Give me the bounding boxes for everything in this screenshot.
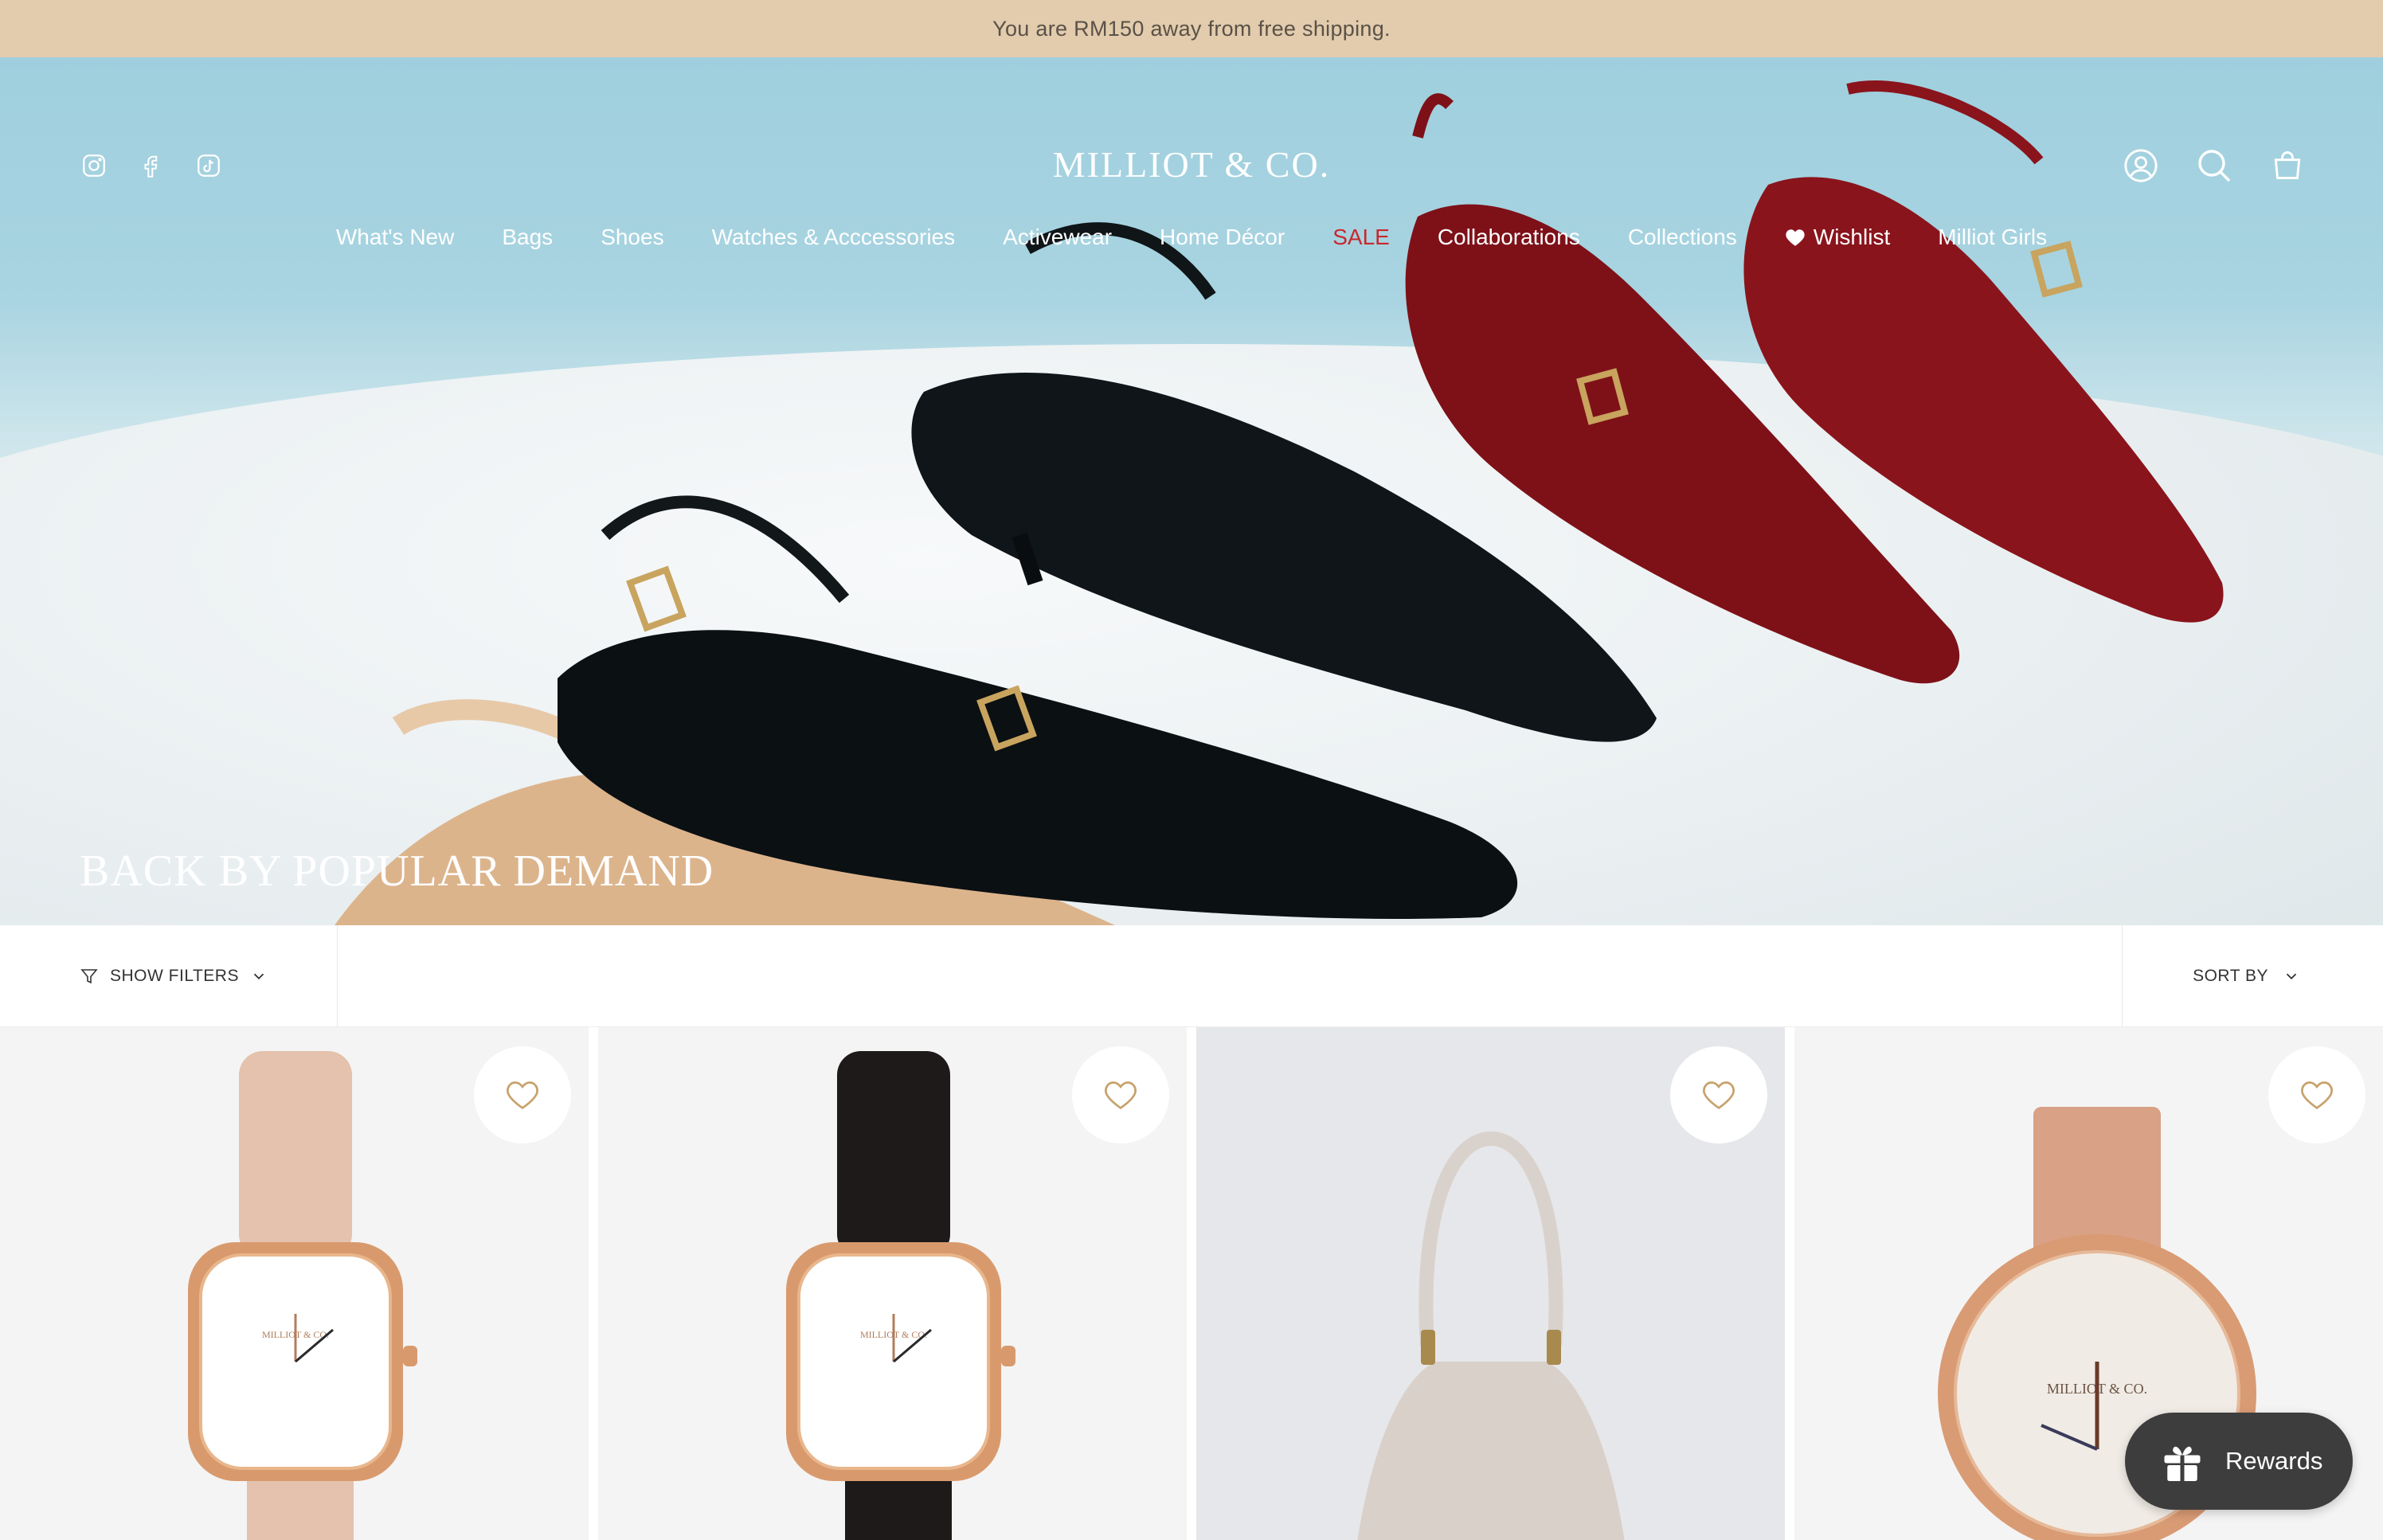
cart-icon[interactable] [2268,147,2307,185]
heart-icon [1786,229,1805,246]
site-logo[interactable]: MILLIOT & CO. [0,143,2383,186]
product-grid: MILLIOT & CO. MILLIOT & CO. MILLIOT & CO… [0,1027,2383,1540]
nav-item-wishlist[interactable]: Wishlist [1785,225,1890,250]
wishlist-label: Wishlist [1813,225,1891,249]
wishlist-button[interactable] [2268,1046,2365,1143]
nav-item-home-decor[interactable]: Home Décor [1160,225,1285,250]
account-icon[interactable] [2122,147,2160,185]
heart-outline-icon [2301,1081,2333,1109]
hero-shoes-image [335,80,2224,925]
rewards-button[interactable]: Rewards [2125,1413,2353,1510]
nav-item-activewear[interactable]: Activewear [1003,225,1112,250]
heart-outline-icon [1703,1081,1735,1109]
show-filters-button[interactable]: SHOW FILTERS [0,925,338,1027]
heart-outline-icon [1105,1081,1137,1109]
show-filters-label: SHOW FILTERS [110,967,239,985]
wishlist-button[interactable] [474,1046,571,1143]
search-icon[interactable] [2195,147,2233,185]
wishlist-button[interactable] [1072,1046,1169,1143]
filter-bar: SHOW FILTERS SORT BY [0,925,2383,1027]
nav-item-shoes[interactable]: Shoes [601,225,663,250]
sort-by-button[interactable]: SORT BY [2122,925,2383,1027]
main-nav: What's New Bags Shoes Watches & Acccesso… [0,225,2383,250]
announcement-text: You are RM150 away from free shipping. [992,16,1391,41]
product-card[interactable]: MILLIOT & CO. [598,1027,1187,1540]
nav-item-bags[interactable]: Bags [502,225,553,250]
nav-item-whats-new[interactable]: What's New [336,225,455,250]
wishlist-button[interactable] [1670,1046,1767,1143]
heart-outline-icon [507,1081,538,1109]
header-utilities [2122,147,2307,185]
chevron-down-icon [253,973,264,980]
nav-item-collections[interactable]: Collections [1628,225,1737,250]
nav-item-sale[interactable]: SALE [1332,225,1390,250]
nav-item-watches-accessories[interactable]: Watches & Acccessories [712,225,956,250]
hero-title: BACK BY POPULAR DEMAND [80,846,714,896]
rewards-label: Rewards [2225,1447,2323,1475]
nav-item-milliot-girls[interactable]: Milliot Girls [1938,225,2047,250]
gift-icon [2164,1446,2201,1481]
announcement-bar: You are RM150 away from free shipping. [0,0,2383,57]
product-card[interactable]: MILLIOT & CO. [0,1027,589,1540]
sort-by-label: SORT BY [2193,967,2268,985]
chevron-down-icon [2286,973,2297,980]
product-card[interactable] [1196,1027,1785,1540]
filter-icon [80,969,98,984]
hero-banner[interactable]: MILLIOT & CO. What's New Bags Shoes Watc… [0,57,2383,925]
nav-item-collaborations[interactable]: Collaborations [1438,225,1580,250]
